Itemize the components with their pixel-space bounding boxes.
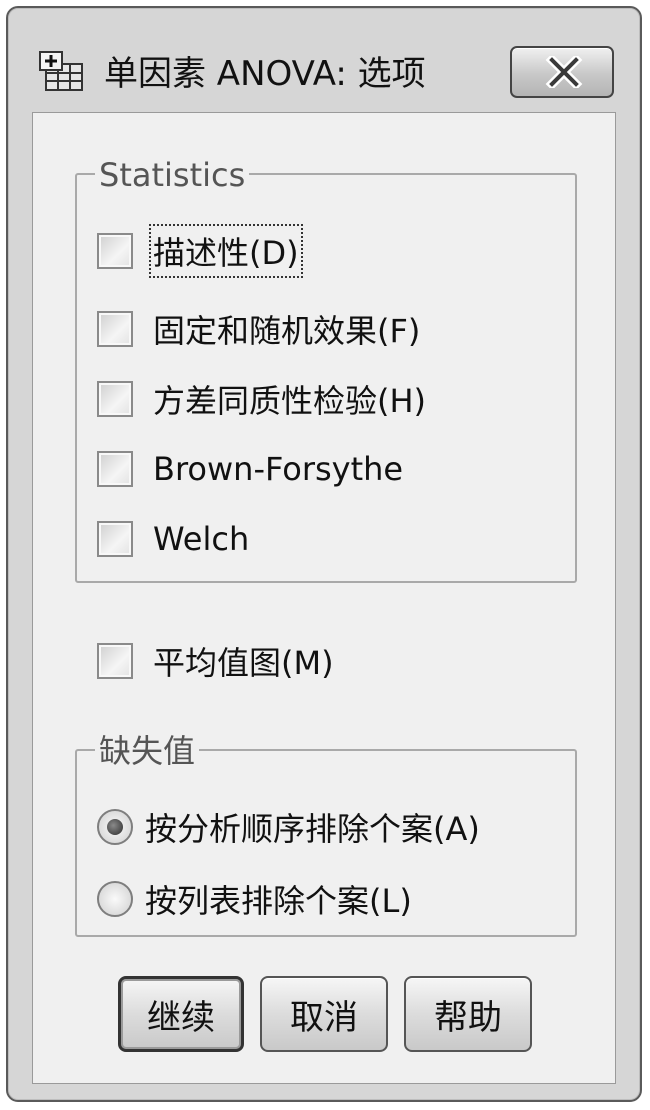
checkbox-box[interactable] bbox=[97, 311, 133, 347]
checkbox-descriptive[interactable]: 描述性(D) bbox=[97, 224, 303, 278]
missing-values-legend: 缺失值 bbox=[95, 731, 200, 771]
spss-table-icon bbox=[38, 50, 86, 94]
radio-selected-dot bbox=[107, 819, 123, 835]
checkbox-fixed-random-effects[interactable]: 固定和随机效果(F) bbox=[97, 303, 420, 355]
radio-button[interactable] bbox=[97, 881, 133, 917]
continue-button[interactable]: 继续 bbox=[118, 976, 244, 1052]
radio-exclude-analysis-by-analysis[interactable]: 按分析顺序排除个案(A) bbox=[97, 801, 480, 853]
radio-label: 按分析顺序排除个案(A) bbox=[145, 810, 480, 848]
checkbox-label: 固定和随机效果(F) bbox=[153, 312, 421, 350]
help-button[interactable]: 帮助 bbox=[404, 976, 532, 1052]
options-dialog: 单因素 ANOVA: 选项 Statistics 描述性(D) 固定和随机效果(… bbox=[6, 6, 642, 1102]
checkbox-box[interactable] bbox=[97, 381, 133, 417]
radio-exclude-listwise[interactable]: 按列表排除个案(L) bbox=[97, 873, 412, 925]
statistics-legend: Statistics bbox=[95, 155, 250, 195]
close-button[interactable] bbox=[510, 46, 614, 98]
close-icon bbox=[545, 56, 583, 88]
checkbox-homogeneity-test[interactable]: 方差同质性检验(H) bbox=[97, 373, 426, 425]
checkbox-box[interactable] bbox=[97, 521, 133, 557]
checkbox-means-plot[interactable]: 平均值图(M) bbox=[97, 635, 334, 687]
radio-label: 按列表排除个案(L) bbox=[145, 882, 412, 920]
checkbox-label: 描述性(D) bbox=[149, 224, 303, 278]
dialog-title: 单因素 ANOVA: 选项 bbox=[104, 54, 426, 94]
checkbox-box[interactable] bbox=[97, 451, 133, 487]
radio-button[interactable] bbox=[97, 809, 133, 845]
checkbox-label: Welch bbox=[153, 520, 250, 558]
title-bar: 单因素 ANOVA: 选项 bbox=[8, 8, 640, 108]
checkbox-box[interactable] bbox=[97, 233, 133, 269]
cancel-button[interactable]: 取消 bbox=[260, 976, 388, 1052]
checkbox-label: 方差同质性检验(H) bbox=[153, 382, 427, 420]
checkbox-welch[interactable]: Welch bbox=[97, 513, 249, 565]
checkbox-box[interactable] bbox=[97, 643, 133, 679]
checkbox-label: 平均值图(M) bbox=[153, 644, 334, 682]
checkbox-brown-forsythe[interactable]: Brown-Forsythe bbox=[97, 443, 403, 495]
dialog-body: Statistics 描述性(D) 固定和随机效果(F) 方差同质性检验(H) … bbox=[32, 112, 616, 1084]
checkbox-label: Brown-Forsythe bbox=[153, 450, 404, 488]
